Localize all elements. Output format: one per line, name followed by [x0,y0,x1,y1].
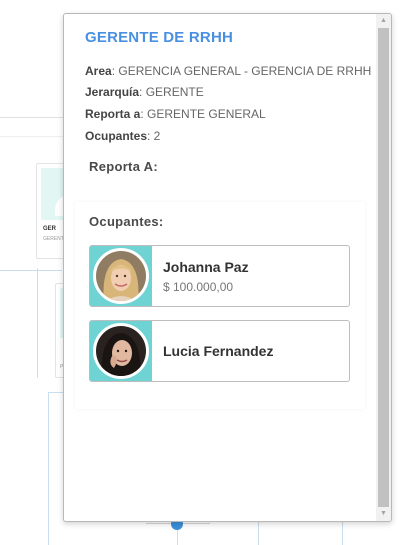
org-connector [37,268,38,378]
info-reporta: Reporta a: GERENTE GENERAL [85,107,266,121]
position-detail-popover: GERENTE DE RRHH Area: GERENCIA GENERAL -… [63,13,392,522]
area-value: : GERENCIA GENERAL - GERENCIA DE RRHH [111,64,372,78]
info-jerarquia: Jerarquía: GERENTE [85,85,204,99]
person-photo-blonde-icon [96,251,146,301]
jerarquia-value: : GERENTE [139,85,204,99]
occupant-salary: $ 100.000,00 [163,280,234,294]
person-photo-dark-hair-icon [96,326,146,376]
avatar [93,323,149,379]
occupant-card[interactable]: Lucia Fernandez [89,320,350,382]
org-divider-line [0,117,70,118]
popover-content: GERENTE DE RRHH Area: GERENCIA GENERAL -… [64,14,376,521]
org-connector [258,522,259,545]
occupants-section-heading: Ocupantes: [89,214,164,229]
org-node-subtitle: GERENT [43,236,64,242]
scroll-up-arrow-icon[interactable]: ▲ [376,14,391,28]
scrollbar[interactable]: ▲ ▼ [376,14,391,521]
occupant-card[interactable]: Johanna Paz $ 100.000,00 [89,245,350,307]
reporta-value: : GERENTE GENERAL [140,107,266,121]
org-connector [342,522,343,545]
scroll-down-arrow-icon[interactable]: ▼ [376,507,391,521]
info-ocupantes: Ocupantes: 2 [85,129,160,143]
position-title: GERENTE DE RRHH [85,29,234,46]
ocupantes-label: Ocupantes [85,129,148,143]
scrollbar-thumb[interactable] [378,28,389,507]
info-area: Area: GERENCIA GENERAL - GERENCIA DE RRH… [85,64,371,78]
occupant-name: Johanna Paz [163,259,249,275]
reporta-section-heading: Reporta A: [89,159,158,174]
org-divider-line-2 [0,136,70,137]
occupant-name: Lucia Fernandez [163,343,274,359]
org-node-name: GER [43,226,57,232]
org-connector [0,270,62,271]
reporta-label: Reporta a [85,107,141,121]
avatar [93,248,149,304]
area-label: Area [85,64,112,78]
ocupantes-value: : 2 [147,129,161,143]
jerarquia-label: Jerarquía [85,85,140,99]
org-connector [48,392,49,545]
